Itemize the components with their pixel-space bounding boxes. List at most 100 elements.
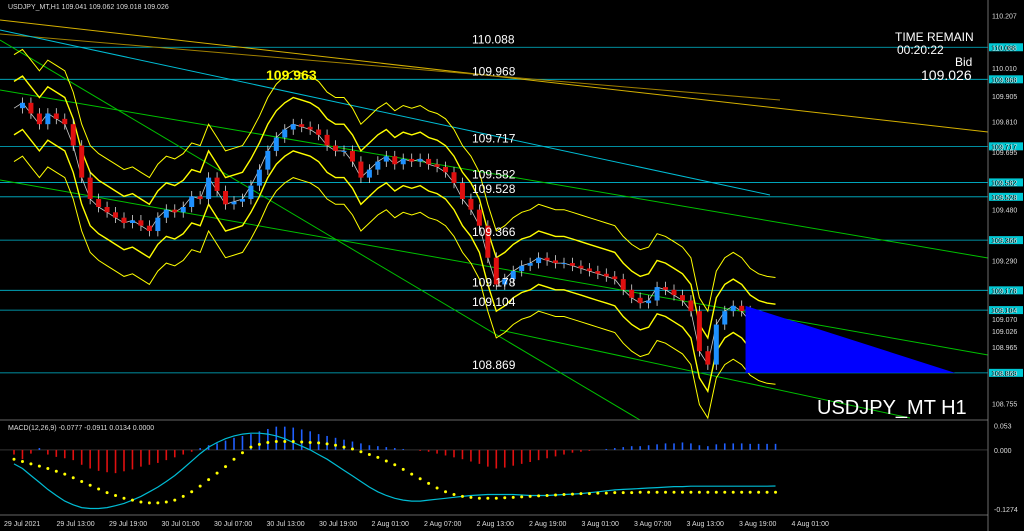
candle-body xyxy=(155,217,161,232)
level-label: 109.717 xyxy=(472,131,516,145)
candle-body xyxy=(586,268,592,272)
macd-tick: 0.053 xyxy=(994,423,1012,430)
macd-signal-dot xyxy=(664,490,668,494)
macd-signal-dot xyxy=(334,443,338,447)
macd-signal-dot xyxy=(486,496,490,500)
candle-body xyxy=(561,263,567,265)
macd-signal-dot xyxy=(697,490,701,494)
candle-body xyxy=(62,118,68,125)
macd-signal-dot xyxy=(308,440,312,444)
price-tick: 109.290 xyxy=(992,258,1017,265)
chart-header: USDJPY_MT,H1 109.041 109.062 109.018 109… xyxy=(8,4,169,11)
peak-label: 109.963 xyxy=(266,67,317,83)
candle-body xyxy=(239,198,245,202)
macd-signal-dot xyxy=(274,440,278,444)
symbol-watermark: USDJPY_MT H1 xyxy=(817,397,967,419)
candle-body xyxy=(383,156,389,162)
candle-body xyxy=(375,161,381,170)
macd-signal-dot xyxy=(130,498,134,502)
forex-chart[interactable]: 110.088110.088109.968109.968109.717109.7… xyxy=(0,0,1024,531)
candle-body xyxy=(578,265,584,269)
macd-signal-dot xyxy=(114,493,118,497)
candle-body xyxy=(299,124,305,127)
candle-body xyxy=(307,126,313,130)
macd-signal-dot xyxy=(748,490,752,494)
macd-signal-dot xyxy=(283,440,287,444)
bid-value: 109.026 xyxy=(921,67,972,83)
macd-signal-dot xyxy=(714,490,718,494)
level-label: 109.528 xyxy=(472,182,516,196)
macd-tick: 0.000 xyxy=(994,448,1012,455)
price-tick: 110.010 xyxy=(992,66,1017,73)
time-tick: 30 Jul 07:00 xyxy=(214,521,252,528)
candle-body xyxy=(256,169,262,186)
macd-signal-dot xyxy=(401,467,405,471)
time-tick: 4 Aug 01:00 xyxy=(792,521,829,528)
macd-signal-dot xyxy=(774,490,778,494)
macd-signal-dot xyxy=(139,500,143,504)
candle-body xyxy=(679,295,685,301)
macd-signal-dot xyxy=(477,496,481,500)
macd-signal-dot xyxy=(181,494,185,498)
candle-body xyxy=(87,177,93,199)
macd-signal-dot xyxy=(706,490,710,494)
candle-body xyxy=(231,201,237,205)
time-tick: 29 Jul 13:00 xyxy=(57,521,95,528)
candle-body xyxy=(282,129,288,138)
macd-signal-dot xyxy=(122,496,126,500)
candle-body xyxy=(70,124,76,146)
candle-body xyxy=(163,209,169,218)
candle-body xyxy=(603,273,609,277)
candle-body xyxy=(214,177,220,191)
macd-signal-dot xyxy=(528,494,532,498)
candle-body xyxy=(620,279,626,290)
time-tick: 29 Jul 2021 xyxy=(4,521,40,528)
candle-body xyxy=(45,113,51,125)
candle-body xyxy=(739,305,745,312)
price-tick: 109.968 xyxy=(992,77,1017,84)
macd-signal-dot xyxy=(359,450,363,454)
candle-body xyxy=(663,287,669,290)
price-tick: 109.026 xyxy=(992,329,1017,336)
time-tick: 2 Aug 19:00 xyxy=(529,521,566,528)
time-remain-value: 00:20:22 xyxy=(897,43,944,57)
price-tick: 109.070 xyxy=(992,317,1017,324)
macd-signal-dot xyxy=(291,440,295,444)
price-tick: 110.207 xyxy=(992,13,1017,20)
macd-signal-dot xyxy=(300,440,304,444)
candle-body xyxy=(129,220,135,224)
macd-signal-dot xyxy=(638,490,642,494)
macd-signal-dot xyxy=(29,462,33,466)
price-tick: 109.582 xyxy=(992,180,1017,187)
macd-signal-dot xyxy=(54,469,58,473)
macd-signal-dot xyxy=(587,492,591,496)
level-label: 109.366 xyxy=(472,225,516,239)
macd-signal-dot xyxy=(630,491,634,495)
candle-body xyxy=(19,102,25,109)
candle-body xyxy=(527,263,533,266)
macd-signal-dot xyxy=(570,492,574,496)
macd-signal-dot xyxy=(257,442,261,446)
macd-signal-dot xyxy=(376,455,380,459)
macd-signal-dot xyxy=(554,493,558,497)
macd-signal-dot xyxy=(20,460,24,464)
macd-signal-dot xyxy=(689,490,693,494)
candle-body xyxy=(316,129,322,135)
candle-body xyxy=(324,134,330,146)
macd-signal-dot xyxy=(511,495,515,499)
candle-body xyxy=(468,198,474,210)
candle-body xyxy=(53,113,59,119)
time-tick: 3 Aug 01:00 xyxy=(582,521,619,528)
candle-body xyxy=(646,300,652,304)
candle-body xyxy=(476,209,482,226)
candle-body xyxy=(553,260,559,264)
macd-signal-dot xyxy=(647,490,651,494)
macd-signal-dot xyxy=(435,486,439,490)
macd-signal-dot xyxy=(613,491,617,495)
macd-label: MACD(12,26,9) -0.0777 -0.0911 0.0134 0.0… xyxy=(8,425,154,432)
candle-body xyxy=(290,124,296,130)
level-label: 109.582 xyxy=(472,167,516,181)
candle-body xyxy=(654,287,660,301)
candle-body xyxy=(273,137,279,151)
macd-signal-dot xyxy=(410,472,414,476)
